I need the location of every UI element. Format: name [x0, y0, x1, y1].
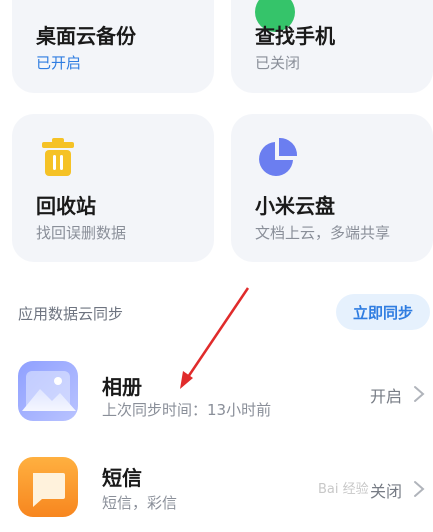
card-title: 桌面云备份 [36, 24, 136, 48]
card-mi-drive[interactable]: 小米云盘 文档上云，多端共享 [231, 114, 433, 262]
section-label: 应用数据云同步 [18, 305, 124, 323]
card-status: 已开启 [36, 54, 82, 72]
card-status: 已关闭 [255, 54, 301, 72]
chevron-right-icon [414, 386, 425, 402]
card-title: 小米云盘 [255, 194, 335, 218]
trash-icon [42, 138, 74, 176]
card-desktop-backup[interactable]: 桌面云备份 已开启 [12, 0, 214, 93]
list-item-gallery[interactable]: 相册 上次同步时间：13小时前 开启 [0, 355, 433, 435]
watermark: Bai 经验 [318, 482, 369, 497]
app-name: 相册 [102, 375, 142, 399]
card-find-phone[interactable]: 查找手机 已关闭 [231, 0, 433, 93]
card-desc: 文档上云，多端共享 [255, 224, 391, 242]
card-recycle-bin[interactable]: 回收站 找回误删数据 [12, 114, 214, 262]
gallery-icon [18, 361, 78, 421]
app-desc: 短信，彩信 [102, 494, 178, 512]
pie-chart-icon [259, 137, 298, 176]
chevron-right-icon [414, 481, 425, 497]
app-sync-state: 开启 [370, 387, 403, 406]
app-name: 短信 [102, 466, 142, 490]
card-title: 查找手机 [255, 24, 335, 48]
message-icon [18, 457, 78, 517]
card-desc: 找回误删数据 [36, 224, 127, 242]
sync-now-button[interactable]: 立即同步 [336, 294, 430, 330]
card-title: 回收站 [36, 194, 96, 218]
app-desc: 上次同步时间：13小时前 [102, 401, 272, 419]
app-sync-state: 关闭 [370, 482, 403, 501]
